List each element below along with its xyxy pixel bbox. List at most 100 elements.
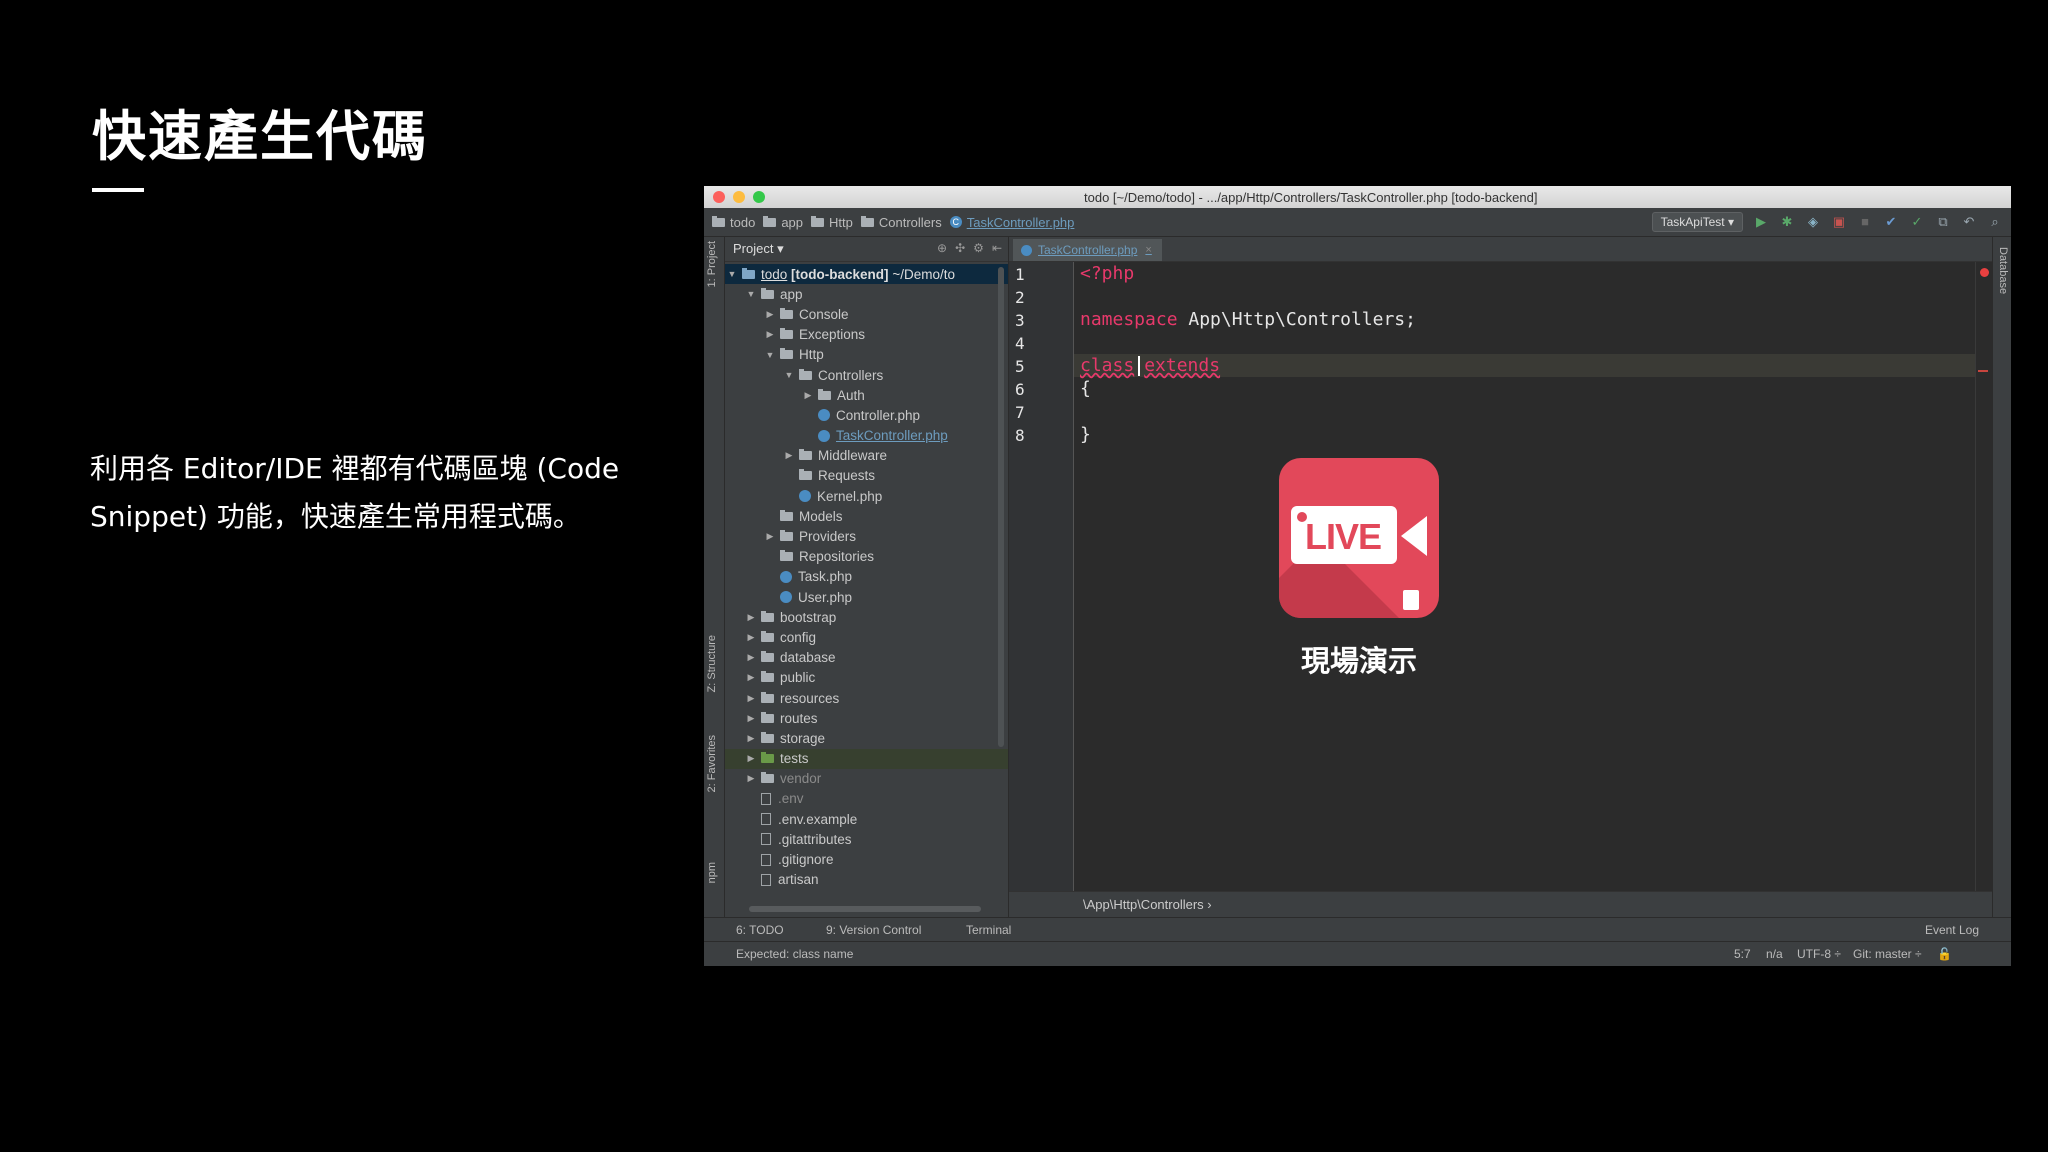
error-indicator-icon[interactable] (1980, 268, 1989, 277)
expand-toggle-icon[interactable]: ▶ (763, 309, 777, 320)
structure-tool-tab[interactable]: Z: Structure (706, 635, 718, 692)
tree-item[interactable]: .gitattributes (725, 829, 1008, 849)
lock-icon[interactable]: 🔓 (1937, 947, 1952, 961)
expand-toggle-icon[interactable]: ▶ (744, 773, 758, 784)
tree-item[interactable]: .gitignore (725, 849, 1008, 869)
run-icon[interactable]: ▶ (1753, 214, 1769, 230)
code-text-area[interactable]: <?php namespace App\Http\Controllers; cl… (1074, 262, 1976, 892)
editor-tab-taskcontroller[interactable]: TaskController.php × (1013, 239, 1162, 261)
tree-item[interactable]: User.php (725, 587, 1008, 607)
vcs-update-icon[interactable]: ✔ (1883, 214, 1899, 230)
tree-item[interactable]: ▶ Middleware (725, 446, 1008, 466)
expand-toggle-icon[interactable]: ▶ (744, 672, 758, 683)
tree-item[interactable]: ▶ bootstrap (725, 607, 1008, 627)
tree-item[interactable]: artisan (725, 870, 1008, 890)
nav-crumb-todo[interactable]: todo (712, 215, 755, 230)
hide-panel-icon[interactable]: ⇤ (992, 241, 1002, 255)
tree-item[interactable]: .env (725, 789, 1008, 809)
collapse-all-icon[interactable]: ✣ (955, 241, 965, 255)
event-log-button[interactable]: Event Log (1925, 923, 1979, 937)
tree-item[interactable]: ▶ storage (725, 728, 1008, 748)
tree-item[interactable]: Kernel.php (725, 486, 1008, 506)
nav-crumb-app[interactable]: app (763, 215, 803, 230)
coverage-icon[interactable]: ◈ (1805, 214, 1821, 230)
gear-icon[interactable]: ⚙ (973, 241, 984, 255)
stop-icon[interactable]: ■ (1857, 214, 1873, 230)
vcs-commit-icon[interactable]: ✓ (1909, 214, 1925, 230)
zoom-window-button[interactable] (753, 191, 765, 203)
expand-toggle-icon[interactable]: ▶ (782, 450, 796, 461)
tree-item[interactable]: ▶ tests (725, 748, 1008, 769)
tree-item[interactable]: ▶ resources (725, 688, 1008, 708)
expand-toggle-icon[interactable]: ▼ (763, 350, 777, 360)
git-branch[interactable]: Git: master ÷ (1853, 947, 1922, 961)
minimize-window-button[interactable] (733, 191, 745, 203)
tree-item[interactable]: Requests (725, 466, 1008, 486)
tree-item[interactable]: Controller.php (725, 405, 1008, 425)
expand-toggle-icon[interactable]: ▶ (744, 652, 758, 663)
tree-item[interactable]: ▼ Http (725, 345, 1008, 365)
search-icon[interactable]: ⌕ (1987, 214, 2003, 230)
run-configuration-select[interactable]: TaskApiTest ▾ (1651, 212, 1743, 232)
expand-toggle-icon[interactable]: ▶ (763, 531, 777, 542)
tree-item[interactable]: ▶ config (725, 627, 1008, 647)
tree-item[interactable]: ▼ Controllers (725, 365, 1008, 385)
tree-item[interactable]: ▶ Auth (725, 385, 1008, 405)
tree-item[interactable]: ▶ routes (725, 708, 1008, 728)
project-view-select[interactable]: Project ▾ (733, 241, 784, 257)
expand-toggle-icon[interactable]: ▶ (744, 632, 758, 643)
tree-vertical-scrollbar[interactable] (998, 267, 1004, 747)
expand-toggle-icon[interactable]: ▼ (744, 289, 758, 299)
tree-item[interactable]: Repositories (725, 547, 1008, 567)
line-number: 8 (1015, 426, 1025, 445)
expand-toggle-icon[interactable]: ▶ (744, 693, 758, 704)
tree-item[interactable]: ▶ vendor (725, 769, 1008, 789)
error-stripe-marker[interactable] (1978, 370, 1988, 372)
tree-item[interactable]: ▼ app (725, 284, 1008, 304)
expand-toggle-icon[interactable]: ▶ (744, 753, 758, 764)
tree-item[interactable]: ▶ Console (725, 304, 1008, 324)
todo-tool-button[interactable]: 6: TODO (736, 923, 784, 937)
expand-toggle-icon[interactable]: ▼ (725, 269, 739, 279)
tree-item[interactable]: Models (725, 506, 1008, 526)
expand-toggle-icon[interactable]: ▶ (744, 612, 758, 623)
expand-toggle-icon[interactable]: ▶ (744, 733, 758, 744)
project-tool-tab[interactable]: 1: Project (706, 241, 718, 287)
editor-scrollbar[interactable] (1975, 262, 1992, 892)
tree-item[interactable]: ▶ database (725, 648, 1008, 668)
live-badge-text: LIVE (1305, 516, 1382, 557)
folder-icon (712, 215, 725, 227)
expand-toggle-icon[interactable]: ▶ (763, 329, 777, 340)
version-control-tool-button[interactable]: 9: Version Control (826, 923, 921, 937)
tree-item-label: User.php (798, 589, 853, 605)
caret-position[interactable]: 5:7 (1734, 947, 1751, 961)
expand-toggle-icon[interactable]: ▼ (782, 370, 796, 380)
file-encoding[interactable]: UTF-8 ÷ (1797, 947, 1841, 961)
debug-icon[interactable]: ✱ (1779, 214, 1795, 230)
expand-toggle-icon[interactable]: ▶ (801, 390, 815, 401)
terminal-tool-button[interactable]: Terminal (966, 923, 1011, 937)
profile-icon[interactable]: ▣ (1831, 214, 1847, 230)
vcs-history-icon[interactable]: ⧉ (1935, 214, 1951, 230)
favorites-tool-tab[interactable]: 2: Favorites (706, 735, 718, 792)
nav-crumb-controllers[interactable]: Controllers (860, 215, 942, 230)
tree-item[interactable]: .env.example (725, 809, 1008, 829)
database-tool-tab[interactable]: Database (1997, 247, 2009, 294)
scroll-from-source-icon[interactable]: ⊕ (937, 241, 947, 255)
close-window-button[interactable] (713, 191, 725, 203)
folder-icon (780, 530, 793, 542)
tree-item[interactable]: Task.php (725, 567, 1008, 587)
editor-breadcrumb[interactable]: \App\Http\Controllers › (1009, 891, 1992, 918)
revert-icon[interactable]: ↶ (1961, 214, 1977, 230)
nav-crumb-http[interactable]: Http (811, 215, 853, 230)
tree-root[interactable]: ▼ todo [todo-backend] ~/Demo/to (725, 264, 1008, 285)
expand-toggle-icon[interactable]: ▶ (744, 713, 758, 724)
tree-item[interactable]: ▶ public (725, 668, 1008, 688)
npm-tool-tab[interactable]: npm (706, 862, 718, 883)
nav-crumb-file[interactable]: C TaskController.php (949, 215, 1074, 230)
close-icon[interactable]: × (1145, 244, 1151, 256)
tree-item[interactable]: ▶ Exceptions (725, 325, 1008, 345)
tree-item[interactable]: ▶ Providers (725, 526, 1008, 546)
tree-item[interactable]: TaskController.php (725, 426, 1008, 446)
tree-horizontal-scrollbar[interactable] (749, 906, 981, 912)
